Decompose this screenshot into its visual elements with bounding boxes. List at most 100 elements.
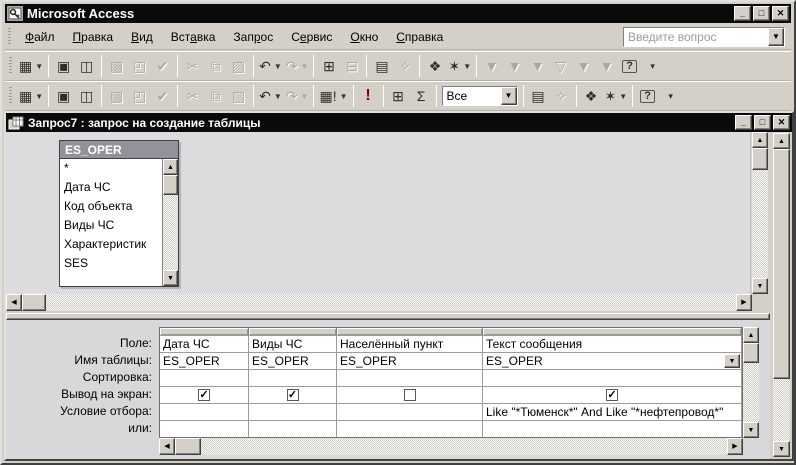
scroll-up-icon[interactable]: ▲ bbox=[773, 133, 790, 149]
show-checkbox[interactable] bbox=[403, 389, 416, 401]
doc-maximize-button[interactable]: □ bbox=[754, 115, 771, 130]
database-window-button[interactable]: ❖ bbox=[580, 84, 603, 108]
scrollbar-thumb[interactable] bbox=[752, 148, 768, 170]
new-object-button[interactable]: ✶ ▼ bbox=[603, 84, 630, 108]
pane-splitter[interactable] bbox=[6, 313, 770, 320]
save-button[interactable]: ▣ bbox=[52, 84, 75, 108]
toolbar-options-button[interactable]: ▾ bbox=[641, 54, 664, 78]
field-list-title[interactable]: ES_OPER bbox=[60, 141, 178, 159]
column-selector[interactable] bbox=[337, 328, 483, 335]
field-cell[interactable]: Дата ЧС bbox=[160, 336, 249, 352]
undo-button[interactable]: ↶ ▼ bbox=[257, 84, 284, 108]
scrollbar-track[interactable] bbox=[743, 363, 759, 422]
table-name-cell[interactable]: ES_OPER ▼ bbox=[483, 353, 742, 369]
sort-cell[interactable] bbox=[249, 370, 337, 386]
scroll-right-icon[interactable]: ▶ bbox=[736, 294, 752, 311]
menu-item-query[interactable]: Запрос bbox=[224, 27, 282, 47]
menu-item-view[interactable]: Вид bbox=[122, 27, 162, 47]
scrollbar-thumb[interactable] bbox=[773, 149, 790, 379]
field-list-item[interactable]: Виды ЧС bbox=[60, 216, 178, 235]
ask-question-box[interactable]: ▼ bbox=[623, 27, 785, 47]
table-name-cell[interactable]: ES_OPER bbox=[337, 353, 483, 369]
show-cell[interactable]: ✓ bbox=[249, 387, 337, 403]
criteria-cell[interactable]: Like "*Тюменск*" And Like "*нефтепровод*… bbox=[483, 404, 742, 420]
show-checkbox[interactable]: ✓ bbox=[606, 389, 618, 401]
menu-item-insert[interactable]: Вставка bbox=[162, 27, 225, 47]
show-cell[interactable]: ✓ bbox=[483, 387, 742, 403]
chevron-down-icon[interactable]: ▼ bbox=[500, 87, 517, 105]
chevron-down-icon[interactable]: ▼ bbox=[724, 354, 740, 368]
field-list-item[interactable]: Характеристик bbox=[60, 235, 178, 254]
new-object-button[interactable]: ✶ ▼ bbox=[446, 54, 473, 78]
show-cell[interactable] bbox=[337, 387, 483, 403]
minimize-button[interactable]: _ bbox=[734, 6, 751, 21]
show-checkbox[interactable]: ✓ bbox=[198, 389, 210, 401]
scrollbar-thumb[interactable] bbox=[163, 175, 178, 195]
show-cell[interactable]: ✓ bbox=[160, 387, 249, 403]
scroll-right-icon[interactable]: ▶ bbox=[727, 438, 743, 455]
doc-minimize-button[interactable]: _ bbox=[735, 115, 752, 130]
scrollbar-track[interactable] bbox=[163, 195, 178, 270]
table-name-cell[interactable]: ES_OPER bbox=[249, 353, 337, 369]
scroll-down-icon[interactable]: ▼ bbox=[773, 441, 790, 457]
scrollbar-thumb[interactable] bbox=[22, 294, 46, 311]
field-list-item[interactable]: * bbox=[60, 159, 178, 178]
chevron-down-icon[interactable]: ▼ bbox=[768, 28, 784, 46]
properties-button[interactable]: ▤ bbox=[370, 54, 393, 78]
field-cell[interactable]: Населённый пункт bbox=[337, 336, 483, 352]
scrollbar-track[interactable] bbox=[752, 170, 768, 278]
insert-rows-button[interactable]: ⊞ bbox=[317, 54, 340, 78]
sort-cell[interactable] bbox=[160, 370, 249, 386]
scrollbar-thumb[interactable] bbox=[175, 438, 201, 455]
scroll-up-icon[interactable]: ▲ bbox=[743, 327, 759, 343]
show-checkbox[interactable]: ✓ bbox=[286, 389, 299, 401]
scroll-down-icon[interactable]: ▼ bbox=[163, 270, 178, 286]
scrollbar-track[interactable] bbox=[46, 294, 736, 311]
field-list-item[interactable]: SES bbox=[60, 254, 178, 273]
scrollbar-track[interactable] bbox=[201, 438, 727, 455]
top-values-combo[interactable]: Все ▼ bbox=[441, 86, 518, 106]
or-cell[interactable] bbox=[337, 421, 483, 437]
field-list-item[interactable]: Дата ЧС bbox=[60, 178, 178, 197]
scroll-left-icon[interactable]: ◀ bbox=[6, 294, 22, 311]
column-selector[interactable] bbox=[483, 328, 742, 335]
scroll-down-icon[interactable]: ▼ bbox=[752, 278, 768, 294]
scroll-down-icon[interactable]: ▼ bbox=[743, 422, 759, 438]
toolbar-grip-icon[interactable] bbox=[9, 57, 12, 75]
field-list-item[interactable]: Код объекта bbox=[60, 197, 178, 216]
scrollbar-thumb[interactable] bbox=[743, 343, 759, 363]
column-selector[interactable] bbox=[160, 328, 249, 335]
scroll-left-icon[interactable]: ◀ bbox=[159, 438, 175, 455]
or-cell[interactable] bbox=[249, 421, 337, 437]
menu-item-window[interactable]: Окно bbox=[341, 27, 387, 47]
help-button[interactable]: ? bbox=[636, 84, 659, 108]
scroll-up-icon[interactable]: ▲ bbox=[752, 132, 768, 148]
sort-cell[interactable] bbox=[337, 370, 483, 386]
properties-button[interactable]: ▤ bbox=[527, 84, 550, 108]
database-window-button[interactable]: ❖ bbox=[423, 54, 446, 78]
menu-item-edit[interactable]: Правка bbox=[64, 27, 123, 47]
scrollbar-track[interactable] bbox=[773, 379, 790, 441]
or-cell[interactable] bbox=[160, 421, 249, 437]
show-table-button[interactable]: ⊞ bbox=[387, 84, 410, 108]
maximize-button[interactable]: □ bbox=[753, 6, 770, 21]
help-button[interactable]: ? bbox=[618, 54, 641, 78]
menu-item-help[interactable]: Справка bbox=[387, 27, 452, 47]
close-button[interactable]: ✕ bbox=[772, 6, 789, 21]
run-button[interactable]: ! bbox=[357, 84, 380, 108]
file-search-button[interactable]: ◫ bbox=[75, 54, 98, 78]
ask-question-input[interactable] bbox=[624, 30, 768, 44]
undo-button[interactable]: ↶ ▼ bbox=[257, 54, 284, 78]
scroll-up-icon[interactable]: ▲ bbox=[163, 159, 178, 175]
view-button[interactable]: ▦ ▼ bbox=[17, 54, 45, 78]
toolbar-grip-icon[interactable] bbox=[9, 87, 12, 105]
or-cell[interactable] bbox=[483, 421, 742, 437]
save-button[interactable]: ▣ bbox=[52, 54, 75, 78]
field-cell[interactable]: Текст сообщения bbox=[483, 336, 742, 352]
table-name-cell[interactable]: ES_OPER bbox=[160, 353, 249, 369]
column-selector[interactable] bbox=[249, 328, 337, 335]
file-search-button[interactable]: ◫ bbox=[75, 84, 98, 108]
view-button[interactable]: ▦ ▼ bbox=[17, 84, 45, 108]
doc-close-button[interactable]: ✕ bbox=[773, 115, 790, 130]
totals-button[interactable]: Σ bbox=[410, 84, 433, 108]
